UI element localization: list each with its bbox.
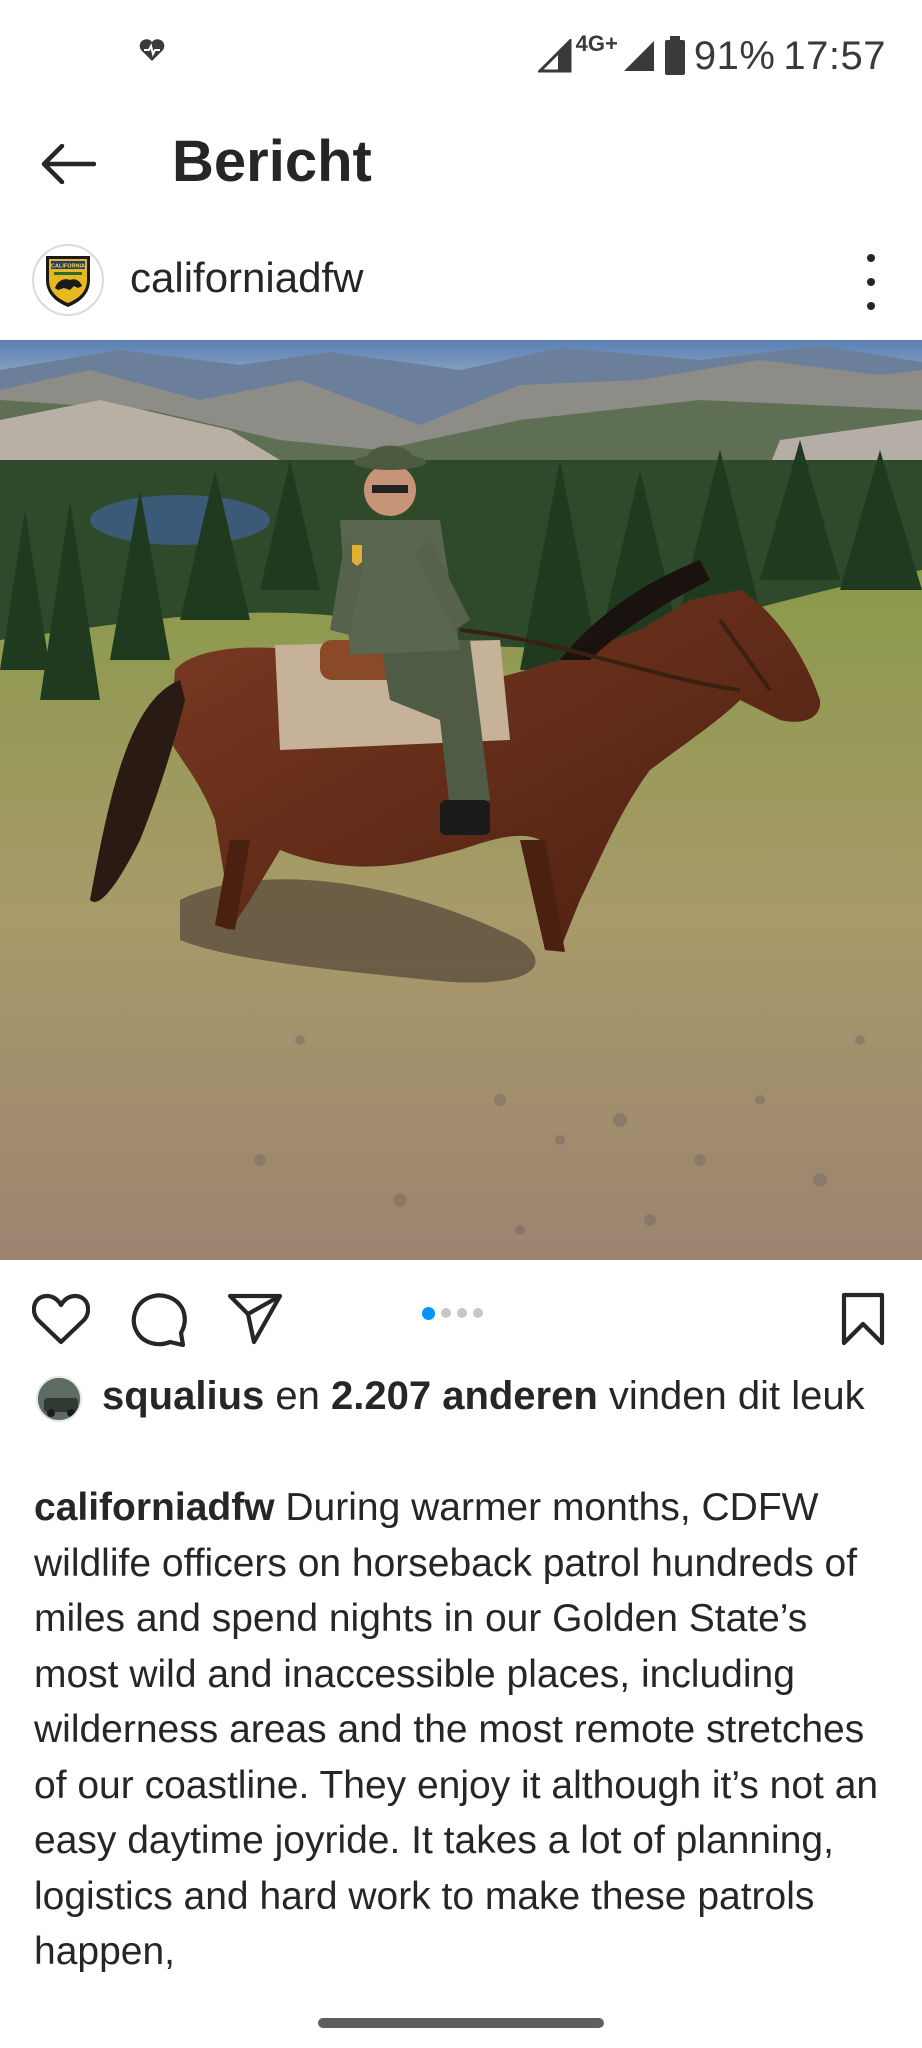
more-vertical-icon bbox=[867, 278, 875, 286]
caption-text: During warmer months, CDFW wildlife offi… bbox=[34, 1486, 879, 1973]
likes-suffix: vinden dit leuk bbox=[597, 1374, 865, 1418]
liker-avatar bbox=[36, 1376, 82, 1422]
svg-text:CALIFORNIA: CALIFORNIA bbox=[51, 264, 85, 270]
page-title: Bericht bbox=[172, 129, 372, 194]
like-button[interactable] bbox=[30, 1288, 92, 1350]
back-button[interactable] bbox=[36, 132, 100, 196]
more-vertical-icon bbox=[867, 302, 875, 310]
send-icon bbox=[227, 1293, 283, 1345]
bookmark-icon bbox=[841, 1292, 885, 1346]
signal-icon bbox=[537, 39, 572, 73]
save-button[interactable] bbox=[832, 1288, 894, 1350]
post-caption: californiadfw During warmer months, CDFW… bbox=[34, 1480, 896, 1980]
back-arrow-icon bbox=[41, 144, 96, 184]
post-photo[interactable] bbox=[0, 340, 922, 1260]
network-type: 4G+ bbox=[575, 31, 618, 56]
home-indicator[interactable] bbox=[318, 2018, 604, 2028]
likes-connector: en bbox=[264, 1374, 331, 1418]
status-indicators: 4G+ 91% 17:57 bbox=[537, 26, 886, 86]
carousel-dot bbox=[457, 1308, 467, 1318]
share-button[interactable] bbox=[224, 1288, 286, 1350]
health-heart-icon bbox=[138, 36, 166, 64]
caption-username[interactable]: californiadfw bbox=[34, 1486, 275, 1529]
post-header: CALIFORNIA californiadfw bbox=[0, 240, 922, 320]
cdfw-badge-logo: CALIFORNIA bbox=[46, 256, 90, 307]
more-options-button[interactable] bbox=[856, 254, 886, 310]
clock: 17:57 bbox=[783, 33, 886, 78]
likes-count[interactable]: 2.207 anderen bbox=[331, 1374, 598, 1418]
comment-icon bbox=[131, 1293, 187, 1347]
status-bar: 4G+ 91% 17:57 bbox=[0, 0, 922, 110]
carousel-dot bbox=[441, 1308, 451, 1318]
comment-button[interactable] bbox=[128, 1288, 190, 1350]
top-header: Bericht bbox=[0, 110, 922, 220]
post-username[interactable]: californiadfw bbox=[130, 254, 363, 302]
carousel-indicator bbox=[422, 1306, 483, 1320]
battery-icon bbox=[664, 36, 685, 75]
more-vertical-icon bbox=[867, 254, 875, 262]
liker-username[interactable]: squalius bbox=[102, 1374, 264, 1418]
post-actions bbox=[0, 1280, 922, 1355]
heart-icon bbox=[32, 1293, 90, 1345]
battery-percentage: 91% bbox=[693, 33, 776, 78]
signal-icon bbox=[623, 41, 654, 71]
carousel-dot bbox=[473, 1308, 483, 1318]
avatar[interactable]: CALIFORNIA bbox=[32, 244, 104, 316]
carousel-dot-active bbox=[422, 1306, 435, 1320]
likes-summary[interactable]: squalius en 2.207 anderen vinden dit leu… bbox=[34, 1370, 894, 1422]
